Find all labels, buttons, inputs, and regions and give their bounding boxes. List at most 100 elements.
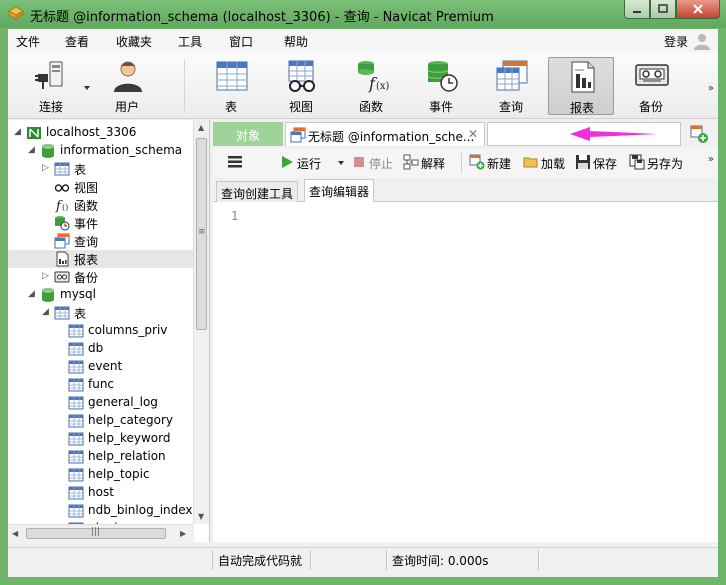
toolbar-user-label: 用户 xyxy=(114,100,139,114)
sql-editor[interactable]: 1 xyxy=(213,202,718,542)
expand-icon[interactable]: ▷ xyxy=(42,271,49,281)
function-icon: f (x) xyxy=(358,61,389,93)
tree-item[interactable]: general_log xyxy=(8,394,194,412)
toolbar-function-button[interactable]: f (x) 函数 xyxy=(338,57,404,115)
line-number: 1 xyxy=(231,209,239,223)
expand-icon[interactable]: ▷ xyxy=(42,163,49,173)
minimize-button[interactable] xyxy=(624,0,650,19)
toolbar-report-label: 报表 xyxy=(569,101,594,115)
tree-vertical-scrollbar[interactable]: ▲ ≡ ▼ xyxy=(193,120,209,524)
tree-item[interactable]: help_relation xyxy=(8,448,194,466)
tree-horizontal-scrollbar[interactable]: ◀ ||| ▶ xyxy=(8,524,194,542)
tree-item[interactable]: 查询 xyxy=(8,232,194,250)
save-label: 保存 xyxy=(593,157,618,171)
toolbar-query-button[interactable]: 查询 xyxy=(478,57,544,115)
query-toolbar: 运行 停止 解释 新建 加载 保存 另存为 » xyxy=(213,148,718,178)
tree-item-label: 函数 xyxy=(74,199,99,213)
tab-query-editor[interactable]: 查询编辑器 xyxy=(304,179,375,203)
tree-vscroll-thumb[interactable]: ≡ xyxy=(196,138,207,330)
tab-query[interactable]: 无标题 @information_sche... ✕ xyxy=(285,122,485,146)
editor-toolbar-overflow-icon[interactable]: » xyxy=(708,154,714,165)
tree-item-label: general_log xyxy=(88,395,158,409)
run-dropdown-icon[interactable] xyxy=(337,160,345,166)
close-button[interactable] xyxy=(676,0,720,19)
toolbar-user-button[interactable]: 用户 xyxy=(94,57,160,115)
maximize-button[interactable] xyxy=(650,0,676,19)
app-window: 无标题 @information_schema (localhost_3306)… xyxy=(0,0,726,585)
tree-item[interactable]: 事件 xyxy=(8,214,194,232)
scroll-right-icon[interactable]: ▶ xyxy=(180,529,186,538)
connection-dropdown-icon[interactable] xyxy=(83,85,91,91)
save-as-icon xyxy=(629,154,645,170)
tree-item-label: help_category xyxy=(88,413,173,427)
tree-item[interactable]: f() 函数 xyxy=(8,196,194,214)
toolbar-view-button[interactable]: 视图 xyxy=(268,57,334,115)
collapse-icon[interactable]: ◢ xyxy=(28,145,35,155)
explain-icon xyxy=(403,154,419,170)
tree-item-label: 查询 xyxy=(74,235,99,249)
tree-item[interactable]: help_category xyxy=(8,412,194,430)
scroll-left-icon[interactable]: ◀ xyxy=(12,529,18,538)
toolbar-event-button[interactable]: 事件 xyxy=(408,57,474,115)
backup-icon xyxy=(635,64,669,86)
tree-item[interactable]: func xyxy=(8,376,194,394)
table-icon xyxy=(54,162,70,176)
scroll-up-icon[interactable]: ▲ xyxy=(198,123,204,132)
database-icon xyxy=(42,144,54,158)
tree-item[interactable]: ▷ 备份 xyxy=(8,268,194,286)
tree-item-label: event xyxy=(88,359,123,373)
tree-item[interactable]: ◢ information_schema xyxy=(8,142,194,160)
collapse-icon[interactable]: ◢ xyxy=(28,289,35,299)
tree-item-label: help_keyword xyxy=(88,431,171,445)
toolbar-backup-button[interactable]: 备份 xyxy=(618,57,684,115)
tab-objects[interactable]: 对象 xyxy=(213,122,283,146)
server-icon xyxy=(27,127,41,139)
scroll-down-icon[interactable]: ▼ xyxy=(198,512,204,521)
collapse-icon[interactable]: ◢ xyxy=(14,127,21,137)
table-icon xyxy=(68,396,84,410)
table-icon xyxy=(68,360,84,374)
tree-item[interactable]: event xyxy=(8,358,194,376)
toolbar-table-button[interactable]: 表 xyxy=(198,57,264,115)
menu-hamburger-icon[interactable] xyxy=(227,155,243,169)
menu-help[interactable]: 帮助 xyxy=(284,33,308,50)
explain-label: 解释 xyxy=(421,157,446,171)
tree-item[interactable]: columns_priv xyxy=(8,322,194,340)
tab-query-builder[interactable]: 查询创建工具 xyxy=(216,181,299,203)
title-bar[interactable]: 无标题 @information_schema (localhost_3306)… xyxy=(0,0,726,28)
login-avatar-icon[interactable] xyxy=(692,31,712,51)
toolbar-report-button[interactable]: 报表 xyxy=(548,57,614,115)
menu-window[interactable]: 窗口 xyxy=(229,33,253,50)
tree-item-label: ndb_binlog_index xyxy=(88,503,193,517)
tree-hscroll-thumb[interactable]: ||| xyxy=(26,527,166,539)
new-tab-icon[interactable] xyxy=(689,124,709,144)
tab-close-icon[interactable]: ✕ xyxy=(468,127,478,141)
tree-item[interactable]: help_topic xyxy=(8,466,194,484)
tree-item[interactable]: ◢ 表 xyxy=(8,304,194,322)
navicat-logo-icon xyxy=(8,6,24,20)
tree-item[interactable]: ▷ 表 xyxy=(8,160,194,178)
menu-favorites[interactable]: 收藏夹 xyxy=(116,33,152,50)
run-label: 运行 xyxy=(297,157,322,171)
event-icon xyxy=(55,216,70,231)
collapse-icon[interactable]: ◢ xyxy=(42,307,49,317)
tree-item[interactable]: ◢ localhost_3306 xyxy=(8,124,194,142)
tree-item[interactable]: ◢ mysql xyxy=(8,286,194,304)
tree-item[interactable]: help_keyword xyxy=(8,430,194,448)
login-link[interactable]: 登录 xyxy=(664,33,688,50)
tree-item[interactable]: 报表 xyxy=(8,250,194,268)
tree-item[interactable]: db xyxy=(8,340,194,358)
close-icon xyxy=(693,4,703,14)
menu-file[interactable]: 文件 xyxy=(16,33,40,50)
toolbar-connection-button[interactable]: 连接 xyxy=(18,57,84,115)
user-icon xyxy=(114,61,142,92)
tree-item[interactable]: ndb_binlog_index xyxy=(8,502,194,520)
table-icon xyxy=(68,432,84,446)
tree-item[interactable]: 视图 xyxy=(8,178,194,196)
navigation-tree[interactable]: ◢ localhost_3306 ◢ information_schema ▷ 表视图 f(… xyxy=(8,120,210,542)
menu-view[interactable]: 查看 xyxy=(65,33,89,50)
window-title: 无标题 @information_schema (localhost_3306)… xyxy=(30,10,494,25)
tree-item[interactable]: host xyxy=(8,484,194,502)
menu-tools[interactable]: 工具 xyxy=(178,33,202,50)
toolbar-overflow-icon[interactable]: » xyxy=(708,83,714,94)
